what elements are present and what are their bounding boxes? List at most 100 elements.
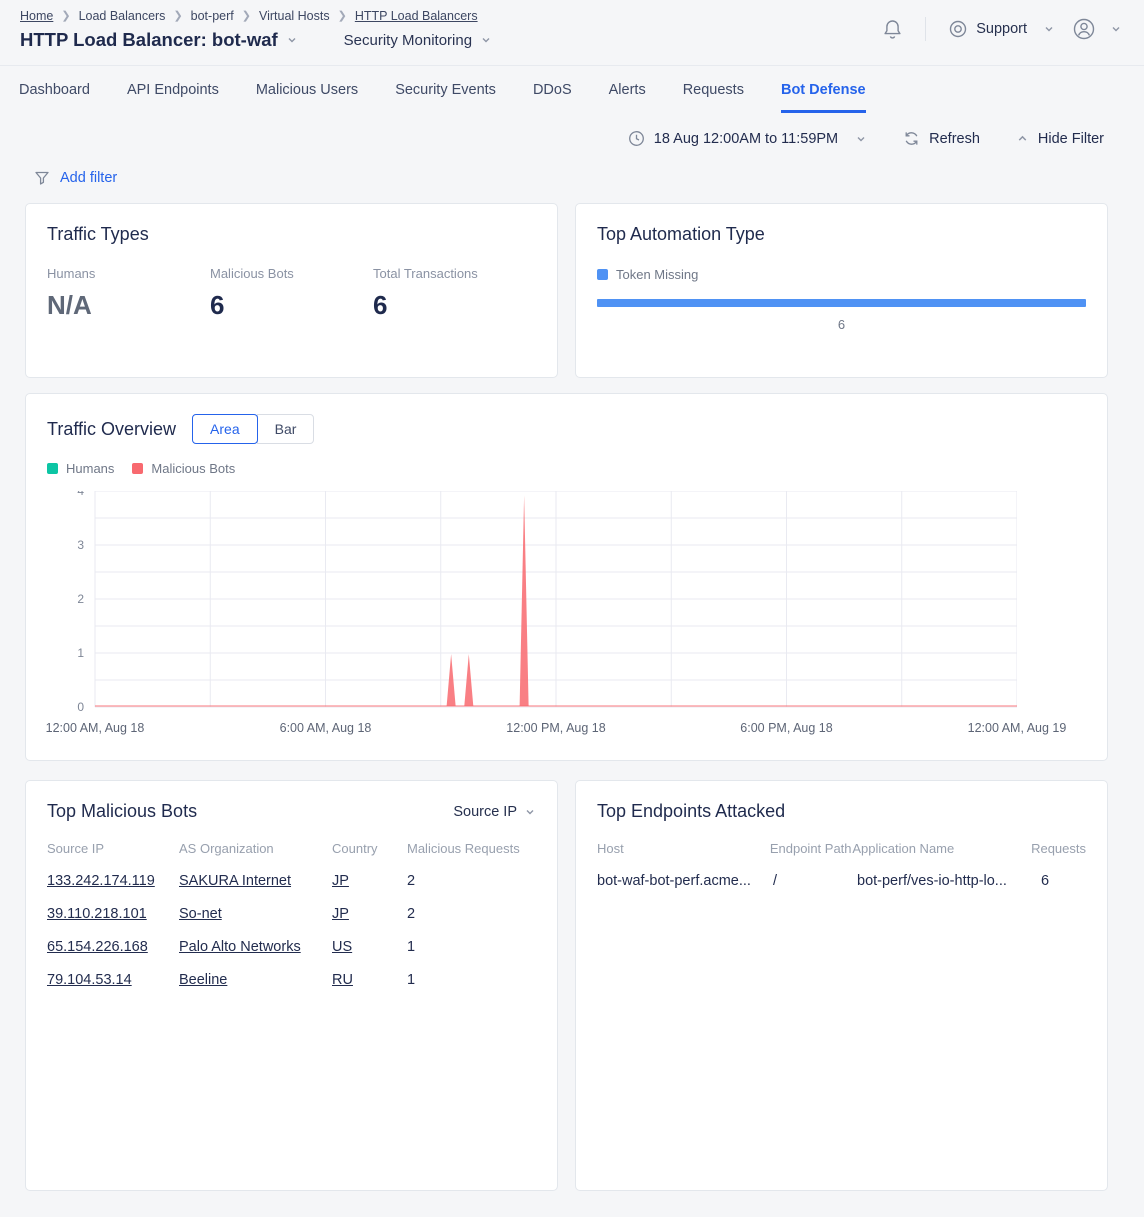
traffic-overview-title: Traffic Overview: [47, 419, 176, 440]
tab-malicious-users[interactable]: Malicious Users: [256, 66, 358, 113]
x-axis-label: 12:00 AM, Aug 19: [968, 721, 1067, 735]
table-header: Source IP AS Organization Country Malici…: [47, 841, 536, 856]
hide-filter-label: Hide Filter: [1038, 131, 1104, 147]
country-link[interactable]: RU: [332, 972, 353, 988]
top-malicious-bots-title: Top Malicious Bots: [47, 801, 197, 822]
chevron-down-icon: [1043, 23, 1055, 35]
as-org-link[interactable]: SAKURA Internet: [179, 873, 291, 889]
time-range-picker[interactable]: 18 Aug 12:00AM to 11:59PM: [628, 130, 867, 147]
col-source-ip: Source IP: [47, 841, 179, 856]
group-by-label: Source IP: [453, 804, 517, 820]
legend-label: Malicious Bots: [151, 461, 235, 476]
group-by-dropdown[interactable]: Source IP: [453, 804, 536, 820]
table-row: 65.154.226.168 Palo Alto Networks US 1: [47, 939, 536, 955]
source-ip-link[interactable]: 65.154.226.168: [47, 939, 148, 955]
legend-label: Humans: [66, 461, 114, 476]
chevron-down-icon[interactable]: [286, 34, 298, 46]
tab-security-events[interactable]: Security Events: [395, 66, 496, 113]
breadcrumb-bot-perf[interactable]: bot-perf: [191, 9, 234, 23]
toggle-bar-button[interactable]: Bar: [257, 414, 315, 444]
requests-value: 6: [1039, 873, 1086, 889]
stat-humans: Humans N/A: [47, 266, 210, 321]
source-ip-link[interactable]: 39.110.218.101: [47, 906, 147, 922]
host-value: bot-waf-bot-perf.acme...: [597, 873, 773, 889]
stat-label: Humans: [47, 266, 210, 281]
refresh-button[interactable]: Refresh: [903, 130, 980, 147]
funnel-icon: [34, 170, 50, 186]
requests-value: 2: [407, 873, 536, 889]
filter-bar: 18 Aug 12:00AM to 11:59PM Refresh Hide F…: [0, 113, 1144, 147]
breadcrumb-http-load-balancers[interactable]: HTTP Load Balancers: [355, 9, 478, 23]
refresh-label: Refresh: [929, 131, 980, 147]
tab-api-endpoints[interactable]: API Endpoints: [127, 66, 219, 113]
country-link[interactable]: JP: [332, 873, 349, 889]
as-org-link[interactable]: Palo Alto Networks: [179, 939, 301, 955]
chevron-down-icon: [855, 133, 867, 145]
stat-total-transactions: Total Transactions 6: [373, 266, 536, 321]
source-ip-link[interactable]: 133.242.174.119: [47, 873, 155, 889]
tab-dashboard[interactable]: Dashboard: [19, 66, 90, 113]
legend-swatch: [47, 463, 58, 474]
support-menu[interactable]: Support: [948, 19, 1055, 39]
col-requests: Requests: [1031, 841, 1086, 856]
tab-bot-defense[interactable]: Bot Defense: [781, 66, 866, 113]
as-org-link[interactable]: So-net: [179, 906, 222, 922]
requests-value: 2: [407, 906, 536, 922]
automation-bar-value: 6: [597, 317, 1086, 332]
x-axis-label: 6:00 PM, Aug 18: [740, 721, 832, 735]
svg-text:2: 2: [77, 592, 84, 606]
table-row: 39.110.218.101 So-net JP 2: [47, 906, 536, 922]
automation-bar[interactable]: [597, 299, 1086, 307]
top-bar: Home ❯ Load Balancers ❯ bot-perf ❯ Virtu…: [0, 0, 1144, 66]
hide-filter-button[interactable]: Hide Filter: [1016, 131, 1104, 147]
page-title: HTTP Load Balancer: bot-waf: [20, 29, 278, 51]
x-axis-labels: 12:00 AM, Aug 186:00 AM, Aug 1812:00 PM,…: [47, 721, 1086, 745]
svg-text:4: 4: [77, 491, 84, 498]
tab-alerts[interactable]: Alerts: [609, 66, 646, 113]
svg-text:3: 3: [77, 538, 84, 552]
top-endpoints-title: Top Endpoints Attacked: [597, 801, 1086, 822]
tab-requests[interactable]: Requests: [683, 66, 744, 113]
breadcrumb-home[interactable]: Home: [20, 9, 53, 23]
stat-label: Malicious Bots: [210, 266, 373, 281]
col-malicious-requests: Malicious Requests: [407, 841, 536, 856]
tabs-bar: Dashboard API Endpoints Malicious Users …: [0, 66, 1144, 113]
table-row: bot-waf-bot-perf.acme... / bot-perf/ves-…: [597, 873, 1086, 889]
chevron-down-icon: [1110, 23, 1122, 35]
add-filter-button[interactable]: Add filter: [34, 170, 117, 186]
legend-swatch: [132, 463, 143, 474]
support-icon: [948, 19, 968, 39]
top-automation-type-card: Top Automation Type Token Missing 6: [575, 203, 1108, 378]
tab-ddos[interactable]: DDoS: [533, 66, 572, 113]
country-link[interactable]: US: [332, 939, 352, 955]
breadcrumb-separator: ❯: [242, 9, 251, 22]
stat-value: N/A: [47, 290, 210, 321]
stat-label: Total Transactions: [373, 266, 536, 281]
account-menu[interactable]: [1071, 16, 1122, 42]
source-ip-link[interactable]: 79.104.53.14: [47, 972, 132, 988]
header-divider: [925, 17, 926, 41]
table-row: 133.242.174.119 SAKURA Internet JP 2: [47, 873, 536, 889]
chevron-down-icon: [524, 806, 536, 818]
stat-value: 6: [373, 290, 536, 321]
view-selector-label: Security Monitoring: [344, 32, 472, 49]
chevron-down-icon: [480, 34, 492, 46]
as-org-link[interactable]: Beeline: [179, 972, 227, 988]
breadcrumb-virtual-hosts[interactable]: Virtual Hosts: [259, 9, 330, 23]
svg-text:0: 0: [77, 700, 84, 714]
add-filter-label: Add filter: [60, 170, 117, 186]
view-selector-dropdown[interactable]: Security Monitoring: [344, 32, 492, 49]
toggle-area-button[interactable]: Area: [192, 414, 258, 444]
notifications-bell-icon[interactable]: [882, 18, 903, 41]
account-icon: [1071, 16, 1097, 42]
top-endpoints-attacked-card: Top Endpoints Attacked Host Endpoint Pat…: [575, 780, 1108, 1191]
col-country: Country: [332, 841, 407, 856]
breadcrumb-load-balancers[interactable]: Load Balancers: [79, 9, 166, 23]
country-link[interactable]: JP: [332, 906, 349, 922]
stat-value: 6: [210, 290, 373, 321]
breadcrumb-separator: ❯: [61, 9, 70, 22]
legend-token-missing: Token Missing: [597, 267, 698, 282]
legend-humans: Humans: [47, 461, 114, 476]
traffic-overview-chart: 01234 12:00 AM, Aug 186:00 AM, Aug 1812:…: [47, 491, 1086, 745]
traffic-types-title: Traffic Types: [47, 224, 536, 245]
